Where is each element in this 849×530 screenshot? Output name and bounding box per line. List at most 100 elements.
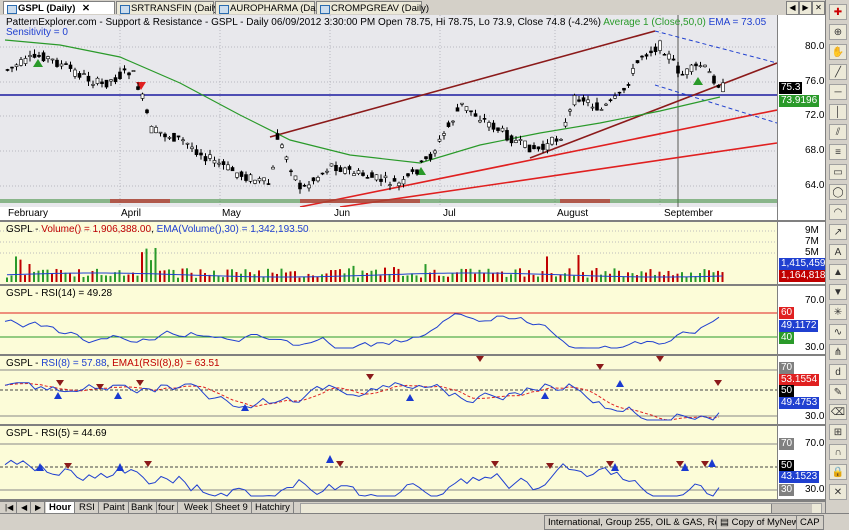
- arc-icon[interactable]: ◠: [829, 204, 847, 220]
- volume-bar: [577, 255, 580, 282]
- eraser-icon[interactable]: ⌫: [829, 404, 847, 420]
- volume-bar: [456, 272, 458, 282]
- volume-bar: [667, 270, 670, 282]
- volume-bar: [114, 272, 116, 282]
- tab-auropharma[interactable]: AUROPHARMA (Daily): [215, 1, 328, 14]
- volume-bar: [460, 268, 463, 282]
- zoom-icon[interactable]: ⊕: [829, 24, 847, 40]
- chart-tab-bar: GSPL (Daily) ✕ SRTRANSFIN (Daily) AUROPH…: [0, 0, 825, 16]
- tab-srtransfin[interactable]: SRTRANSFIN (Daily): [116, 1, 222, 14]
- candle-body: [145, 109, 149, 114]
- marker-down-icon[interactable]: ▼: [829, 284, 847, 300]
- pencil-icon[interactable]: ✎: [829, 384, 847, 400]
- month-aug: August: [557, 208, 589, 219]
- rsi8-axis[interactable]: 70 53.1554 50 49.4753 30.0: [777, 356, 825, 424]
- tab-crompgreav[interactable]: CROMPGREAV (Daily): [316, 1, 429, 14]
- horizontal-line-icon[interactable]: ─: [829, 84, 847, 100]
- chart-icon: [7, 5, 17, 14]
- sheet-tab-paint[interactable]: Paint: [100, 502, 129, 513]
- sheet-tab-hour[interactable]: Hour: [46, 502, 76, 513]
- cycle-icon[interactable]: ∿: [829, 324, 847, 340]
- candle-body: [644, 54, 649, 57]
- candle-body: [307, 184, 311, 189]
- candle-body: [721, 82, 725, 93]
- candle-body: [437, 138, 442, 142]
- volume-bar: [523, 276, 526, 282]
- volume-bar: [573, 275, 575, 282]
- candle-body: [595, 102, 599, 111]
- sheet-tab-hatchiry[interactable]: Hatchiry: [252, 502, 294, 513]
- prev-sheet-icon[interactable]: ◀: [18, 502, 32, 513]
- volume-pane[interactable]: GSPL - Volume() = 1,906,388.00, EMA(Volu…: [0, 222, 825, 286]
- cursor-tool-icon[interactable]: ✚: [829, 4, 847, 20]
- sheet-tab-rsi[interactable]: RSI: [76, 502, 99, 513]
- volume-bar: [37, 270, 40, 282]
- candle-body: [172, 132, 176, 142]
- snap-icon[interactable]: ⊞: [829, 424, 847, 440]
- candle-body: [572, 95, 577, 106]
- tab-gspl[interactable]: GSPL (Daily) ✕: [3, 1, 115, 14]
- price-pane[interactable]: PatternExplorer.com - Support & Resistan…: [0, 15, 825, 222]
- first-sheet-icon[interactable]: |◀: [2, 502, 18, 513]
- close-tab-icon[interactable]: ✕: [82, 3, 90, 14]
- sheet-tab-week[interactable]: Week: [181, 502, 213, 513]
- pitchfork-icon[interactable]: ⋔: [829, 344, 847, 360]
- candle-body: [302, 184, 307, 187]
- candle-body: [712, 75, 716, 84]
- candle-body: [545, 143, 550, 151]
- candle-body: [356, 170, 361, 174]
- volume-axis[interactable]: 9M 7M 5M 1,415,459 1,164,818: [777, 222, 825, 284]
- volume-bar: [406, 275, 409, 282]
- magnet-icon[interactable]: ∩: [829, 444, 847, 460]
- close-window-icon[interactable]: ✕: [812, 1, 825, 15]
- scrollbar-thumb[interactable]: [771, 504, 812, 513]
- candle-body: [640, 55, 644, 58]
- candle-body: [410, 169, 415, 172]
- sheet-tab-bank[interactable]: Bank: [128, 502, 157, 513]
- volume-bar: [690, 272, 692, 282]
- rsi14-tick: 30.0: [805, 342, 825, 353]
- ellipse-icon[interactable]: ◯: [829, 184, 847, 200]
- text-icon[interactable]: A: [829, 244, 847, 260]
- next-sheet-icon[interactable]: ▶: [32, 502, 46, 513]
- sheet-tab-four[interactable]: four: [155, 502, 179, 513]
- rsi8-pane[interactable]: GSPL - RSI(8) = 57.88, EMA1(RSI(8),8) = …: [0, 356, 825, 426]
- candle-body: [5, 69, 10, 71]
- month-feb: February: [8, 208, 49, 219]
- rsi5-axis[interactable]: 70 70.0 50 43.1523 30 30.0: [777, 426, 825, 499]
- volume-bar: [447, 276, 449, 282]
- candle-body: [370, 172, 374, 178]
- rectangle-icon[interactable]: ▭: [829, 164, 847, 180]
- d-tool-icon[interactable]: d: [829, 364, 847, 380]
- price-title-text: PatternExplorer.com - Support & Resistan…: [6, 17, 601, 28]
- fibonacci-icon[interactable]: ≡: [829, 144, 847, 160]
- candle-body: [280, 144, 284, 148]
- candle-body: [284, 156, 289, 160]
- sheet-tab-sheet9[interactable]: Sheet 9: [212, 502, 252, 513]
- rsi14-axis[interactable]: 70.0 30.0 60 49.1172 40: [777, 286, 825, 354]
- volume-bar: [348, 268, 350, 282]
- volume-bar: [397, 268, 400, 282]
- gann-icon[interactable]: ✳: [829, 304, 847, 320]
- volume-bar: [379, 275, 382, 282]
- volume-bar: [415, 275, 418, 282]
- candle-body: [478, 120, 482, 123]
- candle-body: [55, 59, 59, 67]
- hand-icon[interactable]: ✋: [829, 44, 847, 60]
- channel-icon[interactable]: ⫽: [829, 124, 847, 140]
- vertical-line-icon[interactable]: │: [829, 104, 847, 120]
- scroll-tabs-right-icon[interactable]: ▶: [799, 1, 812, 15]
- rsi5-pane[interactable]: GSPL - RSI(5) = 44.69 70 70.0 50 43.1523…: [0, 426, 825, 501]
- candle-body: [685, 68, 689, 75]
- price-axis[interactable]: 80.0 76.0 72.0 68.0 64.0 75.3 73.9196: [777, 15, 825, 220]
- marker-up-icon[interactable]: ▲: [829, 264, 847, 280]
- scroll-tabs-left-icon[interactable]: ◀: [786, 1, 799, 15]
- trendline-icon[interactable]: ╱: [829, 64, 847, 80]
- candle-body: [329, 163, 334, 167]
- arrow-icon[interactable]: ↗: [829, 224, 847, 240]
- delete-icon[interactable]: ✕: [829, 484, 847, 500]
- candle-body: [176, 135, 181, 138]
- lock-icon[interactable]: 🔒: [829, 464, 847, 480]
- rsi14-pane[interactable]: GSPL - RSI(14) = 49.28 70.0 30.0 60 49.1…: [0, 286, 825, 356]
- candle-body: [518, 139, 523, 141]
